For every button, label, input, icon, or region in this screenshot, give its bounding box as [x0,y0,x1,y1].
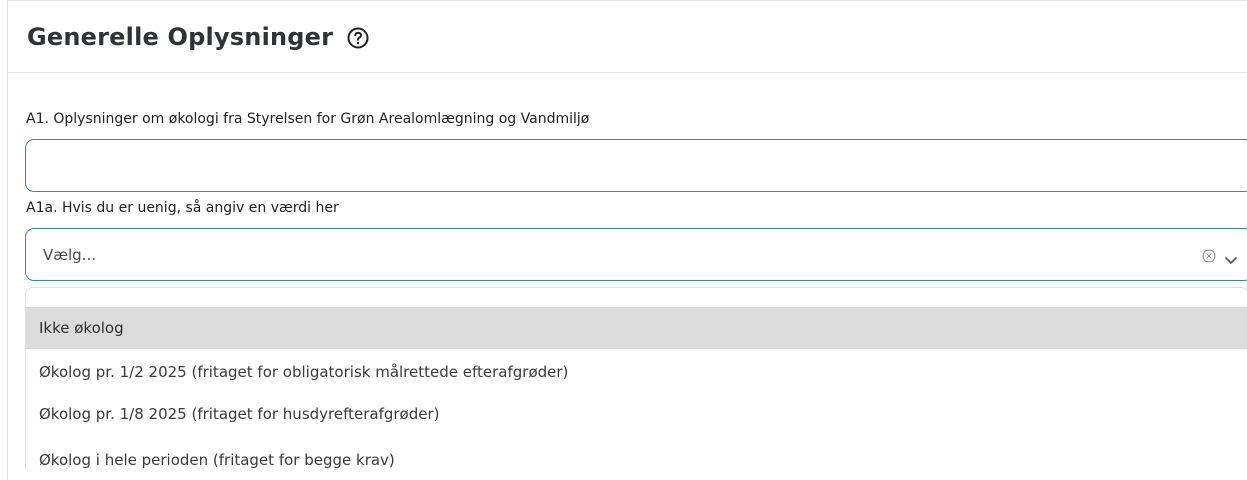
help-circle-icon[interactable] [346,26,370,50]
chevron-down-icon[interactable] [1224,250,1238,264]
dropdown-option-organic-aug-2025[interactable]: Økolog pr. 1/8 2025 (fritaget for husdyr… [26,393,1247,435]
a1a-override-select[interactable]: Vælg... [25,228,1247,281]
dropdown-option-not-organic[interactable]: Ikke økolog [26,307,1247,349]
a1a-override-label: A1a. Hvis du er uenig, så angiv en værdi… [26,200,339,216]
a1a-options-dropdown: Ikke økolog Økolog pr. 1/2 2025 (fritage… [25,287,1247,469]
panel-header: Generelle Oplysninger [8,1,1247,73]
dropdown-option-organic-whole-period[interactable]: Økolog i hele perioden (fritaget for beg… [26,439,1247,469]
select-placeholder: Vælg... [43,246,96,264]
a1-organic-info-label: A1. Oplysninger om økologi fra Styrelsen… [26,111,590,127]
page-title: Generelle Oplysninger [27,23,334,51]
general-information-panel: Generelle Oplysninger A1. Oplysninger om… [7,0,1247,480]
a1-organic-info-field[interactable] [25,139,1247,192]
dropdown-option-organic-feb-2025[interactable]: Økolog pr. 1/2 2025 (fritaget for obliga… [26,351,1247,393]
clear-circle-icon[interactable] [1202,248,1216,263]
